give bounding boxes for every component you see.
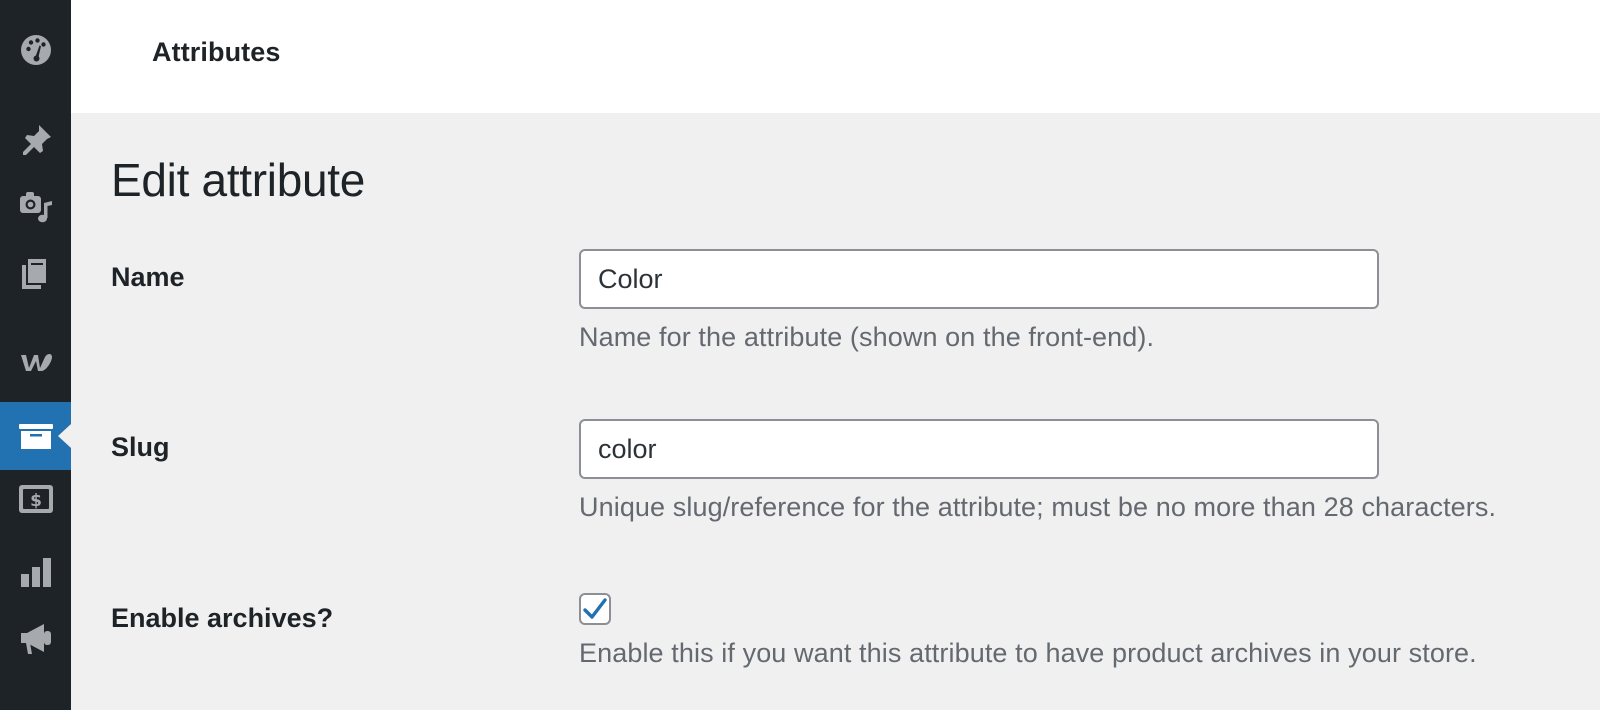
sidebar-item-analytics[interactable] xyxy=(0,538,71,606)
name-input[interactable] xyxy=(579,249,1379,309)
header-title: Attributes xyxy=(152,37,281,67)
analytics-icon xyxy=(20,558,51,587)
name-description: Name for the attribute (shown on the fro… xyxy=(579,322,1155,352)
pages-icon xyxy=(21,259,46,289)
products-archive-icon xyxy=(18,424,53,449)
admin-sidebar: $ xyxy=(0,0,71,710)
sidebar-item-media[interactable] xyxy=(0,173,71,241)
archives-label: Enable archives? xyxy=(111,603,334,633)
media-icon xyxy=(19,192,52,223)
sidebar-item-payments[interactable]: $ xyxy=(0,465,71,533)
woocommerce-icon xyxy=(20,354,52,371)
name-label: Name xyxy=(111,262,185,292)
sidebar-item-products[interactable] xyxy=(0,402,71,470)
enable-archives-checkbox[interactable] xyxy=(579,593,611,625)
slug-input[interactable] xyxy=(579,419,1379,479)
sidebar-item-marketing[interactable] xyxy=(0,604,71,672)
archives-description: Enable this if you want this attribute t… xyxy=(579,638,1477,668)
dashboard-icon xyxy=(20,35,51,65)
page-title: Edit attribute xyxy=(111,154,366,206)
sidebar-item-dashboard[interactable] xyxy=(0,16,71,84)
pin-icon xyxy=(22,125,51,155)
payments-icon: $ xyxy=(18,485,53,513)
sidebar-item-woocommerce[interactable] xyxy=(0,328,71,396)
svg-text:$: $ xyxy=(30,491,42,511)
slug-description: Unique slug/reference for the attribute;… xyxy=(579,492,1497,522)
sidebar-item-pages[interactable] xyxy=(0,240,71,308)
slug-label: Slug xyxy=(111,432,170,462)
marketing-megaphone-icon xyxy=(20,624,51,654)
checkmark-icon xyxy=(583,598,607,619)
sidebar-item-posts[interactable] xyxy=(0,106,71,174)
top-header: Attributes xyxy=(71,0,1600,113)
